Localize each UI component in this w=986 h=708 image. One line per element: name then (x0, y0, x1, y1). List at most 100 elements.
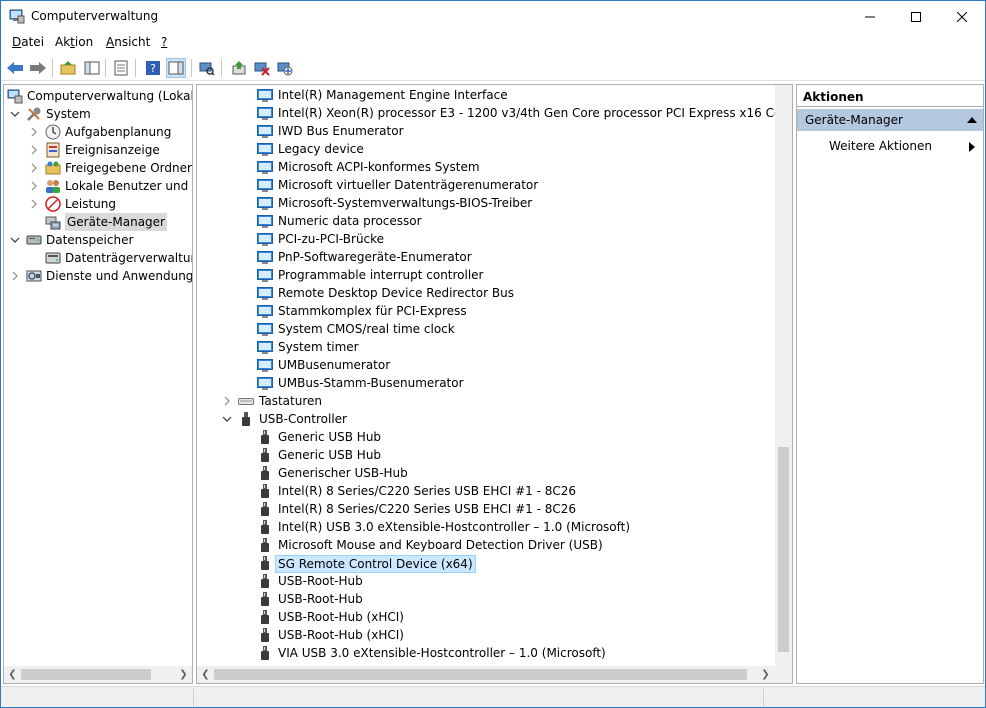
up-folder-button[interactable] (58, 58, 78, 78)
device-vscroll-thumb[interactable] (778, 447, 789, 652)
tree-item-label: Freigegebene Ordner (65, 161, 192, 175)
device-row[interactable]: UMBus-Stamm-Busenumerator (197, 374, 775, 392)
chevron-right-icon[interactable] (29, 163, 39, 173)
more-actions-item[interactable]: Weitere Aktionen (829, 139, 932, 153)
device-row[interactable]: IWD Bus Enumerator (197, 122, 775, 140)
device-row[interactable]: USB-Root-Hub (xHCI) (197, 608, 775, 626)
device-row[interactable]: Microsoft virtueller Datenträgerenumerat… (197, 176, 775, 194)
show-hide-tree-button[interactable] (82, 58, 102, 78)
device-row[interactable]: Intel(R) Management Engine Interface (197, 86, 775, 104)
device-row[interactable]: Remote Desktop Device Redirector Bus (197, 284, 775, 302)
device-row[interactable]: UMBusenumerator (197, 356, 775, 374)
scan-hardware-changes-button[interactable] (197, 58, 217, 78)
device-row[interactable]: Microsoft Mouse and Keyboard Detection D… (197, 536, 775, 554)
chevron-right-icon[interactable] (29, 199, 39, 209)
show-action-pane-button[interactable] (166, 58, 186, 78)
computer-management-window: Computerverwaltung Datei Aktion Ansicht … (0, 0, 986, 708)
chevron-down-icon[interactable] (10, 235, 20, 245)
usb-connector-icon (257, 519, 273, 535)
system-device-icon (257, 159, 273, 175)
menu-aktion[interactable]: Aktion (55, 35, 93, 49)
device-label: UMBusenumerator (278, 358, 391, 372)
device-row[interactable]: PCI-zu-PCI-Brücke (197, 230, 775, 248)
tree-item[interactable]: Freigegebene Ordner (4, 159, 192, 177)
close-button[interactable] (939, 1, 985, 32)
chevron-right-icon[interactable] (10, 271, 20, 281)
help-button[interactable]: ? (143, 58, 163, 78)
tree-item[interactable]: System (4, 105, 192, 123)
scroll-right-arrow-icon[interactable]: ❯ (757, 666, 774, 683)
tree-item-label: Computerverwaltung (Lokal) (27, 89, 193, 103)
chevron-right-icon[interactable] (29, 127, 39, 137)
back-button[interactable] (5, 58, 25, 78)
actions-section-device-manager[interactable]: Geräte-Manager (797, 109, 983, 131)
tree-item[interactable]: Computerverwaltung (Lokal) (4, 87, 192, 105)
device-category-row[interactable]: Tastaturen (197, 392, 775, 410)
tree-item[interactable]: Dienste und Anwendungen (4, 267, 192, 285)
device-row[interactable]: Numeric data processor (197, 212, 775, 230)
device-category-row[interactable]: USB-Controller (197, 410, 775, 428)
tree-item[interactable]: Ereignisanzeige (4, 141, 192, 159)
update-driver-button[interactable] (229, 58, 249, 78)
tree-item-label: Leistung (65, 197, 116, 211)
uninstall-device-icon (254, 62, 270, 76)
device-row[interactable]: USB-Root-Hub (197, 590, 775, 608)
device-row[interactable]: Intel(R) USB 3.0 eXtensible-Hostcontroll… (197, 518, 775, 536)
device-row[interactable]: System timer (197, 338, 775, 356)
tree-item[interactable]: Aufgabenplanung (4, 123, 192, 141)
tree-item-label: Aufgabenplanung (65, 125, 172, 139)
chevron-right-icon[interactable] (29, 181, 39, 191)
device-hscroll-thumb[interactable] (214, 669, 747, 680)
device-row[interactable]: SG Remote Control Device (x64) (197, 554, 775, 573)
device-row[interactable]: USB-Root-Hub (197, 572, 775, 590)
device-row[interactable]: Intel(R) 8 Series/C220 Series USB EHCI #… (197, 482, 775, 500)
maximize-button[interactable] (893, 1, 939, 32)
scroll-right-arrow-icon[interactable]: ❯ (175, 666, 192, 683)
device-row[interactable]: VIA USB 3.0 eXtensible-Hostcontroller – … (197, 644, 775, 662)
scroll-left-arrow-icon[interactable]: ❮ (197, 666, 214, 683)
minimize-button[interactable] (847, 1, 893, 32)
tree-item[interactable]: Datenträgerverwaltung (4, 249, 192, 267)
tree-item[interactable]: Geräte-Manager (4, 213, 192, 231)
device-label: System CMOS/real time clock (278, 322, 455, 336)
device-row[interactable]: Intel(R) 8 Series/C220 Series USB EHCI #… (197, 500, 775, 518)
left-scroll-thumb[interactable] (21, 669, 151, 680)
enable-device-button[interactable] (275, 58, 295, 78)
chevron-right-icon[interactable] (222, 396, 232, 406)
chevron-down-icon[interactable] (10, 109, 20, 119)
console-tree-pane: Computerverwaltung (Lokal) System Aufgaben… (3, 84, 193, 684)
left-horizontal-scrollbar[interactable]: ❮ ❯ (4, 666, 192, 683)
chevron-right-icon[interactable] (29, 145, 39, 155)
device-label: PnP-Softwaregeräte-Enumerator (278, 250, 472, 264)
device-row[interactable]: PnP-Softwaregeräte-Enumerator (197, 248, 775, 266)
device-row[interactable]: Microsoft-Systemverwaltungs-BIOS-Treiber (197, 194, 775, 212)
uninstall-device-button[interactable] (252, 58, 272, 78)
device-vertical-scrollbar[interactable] (775, 85, 792, 668)
action-pane-icon (168, 61, 184, 75)
menu-ansicht[interactable]: Ansicht (106, 35, 150, 49)
maximize-icon (911, 11, 921, 22)
device-row[interactable]: Generic USB Hub (197, 428, 775, 446)
device-row[interactable]: System CMOS/real time clock (197, 320, 775, 338)
menu-bar: Datei Aktion Ansicht ? (1, 32, 985, 54)
tree-item[interactable]: Leistung (4, 195, 192, 213)
device-row[interactable]: Microsoft ACPI-konformes System (197, 158, 775, 176)
system-device-icon (257, 267, 273, 283)
menu-help[interactable]: ? (161, 35, 167, 49)
device-row[interactable]: Generischer USB-Hub (197, 464, 775, 482)
forward-arrow-icon (30, 62, 46, 74)
device-row[interactable]: Programmable interrupt controller (197, 266, 775, 284)
chevron-down-icon[interactable] (222, 414, 232, 424)
device-horizontal-scrollbar[interactable]: ❮ ❯ (197, 666, 792, 683)
menu-datei[interactable]: Datei (12, 35, 44, 49)
forward-button[interactable] (28, 58, 48, 78)
device-row[interactable]: Generic USB Hub (197, 446, 775, 464)
scroll-left-arrow-icon[interactable]: ❮ (4, 666, 21, 683)
device-row[interactable]: USB-Root-Hub (xHCI) (197, 626, 775, 644)
tree-item[interactable]: Datenspeicher (4, 231, 192, 249)
tree-item[interactable]: Lokale Benutzer und Gru (4, 177, 192, 195)
device-row[interactable]: Stammkomplex für PCI-Express (197, 302, 775, 320)
properties-list-button[interactable] (111, 58, 131, 78)
device-row[interactable]: Legacy device (197, 140, 775, 158)
device-row[interactable]: Intel(R) Xeon(R) processor E3 - 1200 v3/… (197, 104, 792, 122)
